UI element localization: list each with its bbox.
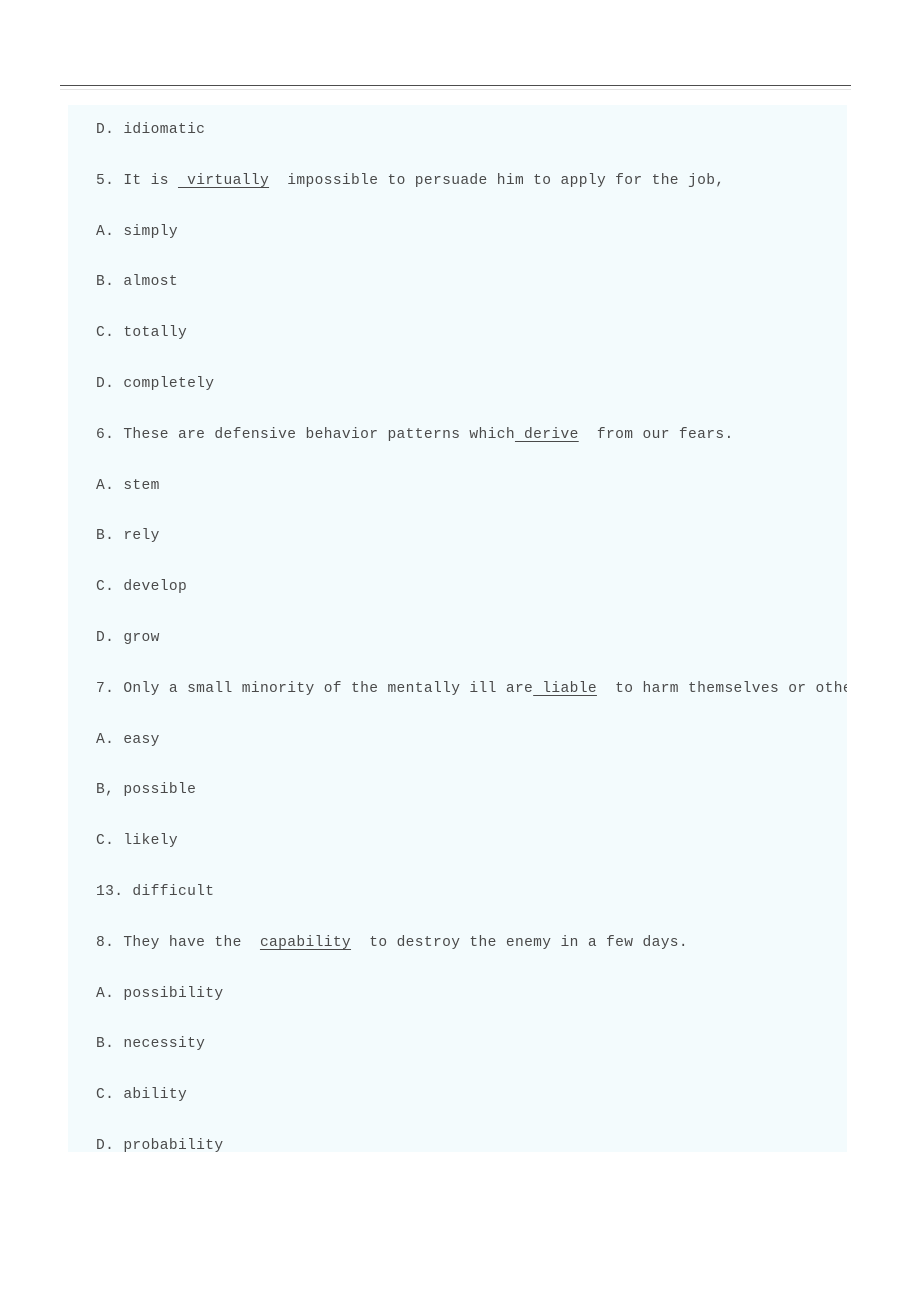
option-line: A. simply — [96, 207, 847, 258]
option-line: 13. difficult — [96, 867, 847, 918]
underlined-word: virtually — [177, 172, 270, 189]
option-line: B. necessity — [96, 1019, 847, 1070]
question-line: 5. It is virtually impossible to persuad… — [96, 156, 847, 207]
option-text: D. probability — [96, 1137, 224, 1152]
option-text: D. grow — [96, 629, 160, 646]
option-line: C. totally — [96, 308, 847, 359]
option-text: C. totally — [96, 325, 188, 342]
option-line: B. almost — [96, 257, 847, 308]
question-line: 7. Only a small minority of the mentally… — [96, 664, 847, 715]
option-line: A. stem — [96, 461, 847, 512]
option-text: D. idiomatic — [96, 122, 206, 138]
question-text-after: impossible to persuade him to apply for … — [269, 172, 725, 189]
question-text-after: to harm themselves or others, — [615, 680, 847, 697]
question-line: 8. They have the capability to destroy t… — [96, 918, 847, 969]
option-text: C. develop — [96, 579, 188, 596]
underlined-word: capability — [259, 934, 352, 951]
header-rule-shadow — [60, 89, 851, 90]
question-text-after: from our fears. — [578, 426, 734, 443]
option-text: C. ability — [96, 1087, 188, 1104]
option-text: B. rely — [96, 528, 160, 545]
option-text: A. easy — [96, 731, 160, 748]
option-line: A. possibility — [96, 969, 847, 1020]
question-text-after: to destroy the enemy in a few days. — [351, 934, 689, 951]
option-line: B, possible — [96, 765, 847, 816]
option-text: D. completely — [96, 375, 215, 392]
option-text: B. necessity — [96, 1036, 206, 1053]
question-text-before: 6. These are defensive behavior patterns… — [96, 426, 515, 443]
option-text: B. almost — [96, 274, 178, 291]
option-line: D. idiomatic — [96, 105, 847, 156]
option-line: C. ability — [96, 1070, 847, 1121]
option-text: 13. difficult — [96, 883, 215, 900]
question-text-before: 5. It is — [96, 172, 178, 189]
content-block: D. idiomatic 5. It is virtually impossibl… — [68, 105, 847, 1152]
document-page: D. idiomatic 5. It is virtually impossibl… — [0, 0, 920, 1302]
underlined-word: derive — [514, 426, 579, 443]
option-text: A. stem — [96, 477, 160, 494]
option-text: A. simply — [96, 223, 178, 240]
underlined-word: liable — [533, 680, 597, 697]
question-text-before: 7. Only a small minority of the mentally… — [96, 680, 534, 697]
option-line: B. rely — [96, 511, 847, 562]
document-lines: D. idiomatic 5. It is virtually impossibl… — [96, 105, 847, 1152]
option-line: C. develop — [96, 562, 847, 613]
option-line: D. probability — [96, 1121, 847, 1152]
option-line: D. grow — [96, 613, 847, 664]
option-text: B, possible — [96, 782, 197, 799]
option-line: C. likely — [96, 816, 847, 867]
question-line: 6. These are defensive behavior patterns… — [96, 410, 847, 461]
option-text: C. likely — [96, 833, 178, 850]
option-line: A. easy — [96, 715, 847, 766]
header-rule — [60, 85, 851, 86]
option-text: A. possibility — [96, 985, 224, 1002]
option-line: D. completely — [96, 359, 847, 410]
question-text-before: 8. They have the — [96, 934, 260, 951]
